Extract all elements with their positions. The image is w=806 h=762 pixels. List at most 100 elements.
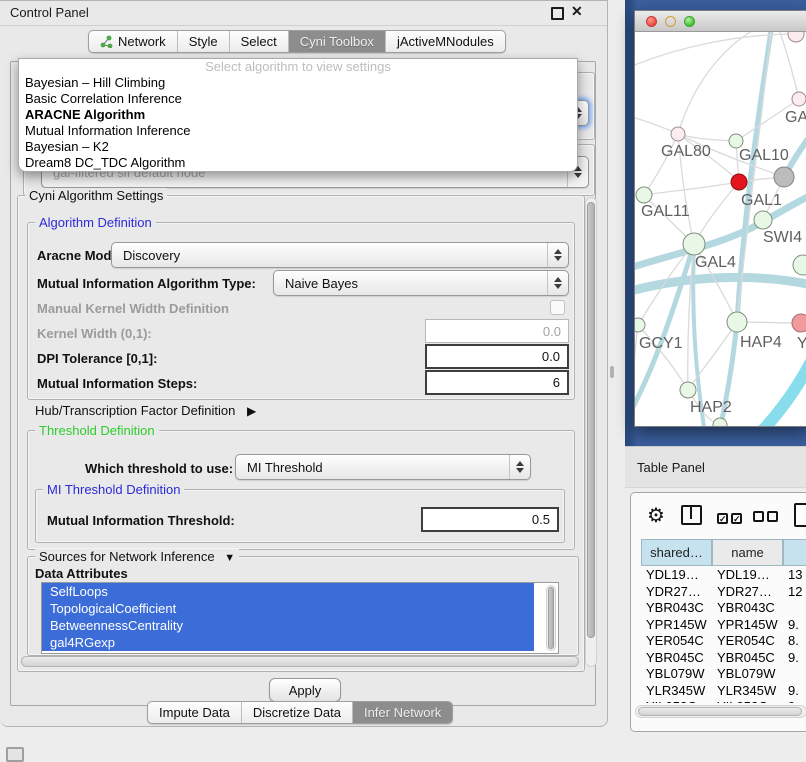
tab-infer-network[interactable]: Infer Network — [353, 702, 452, 723]
close-traffic-light-icon[interactable] — [646, 16, 657, 27]
table-row[interactable]: YER054CYER054C8. — [631, 633, 806, 650]
network-node-y[interactable] — [792, 314, 806, 332]
document-icon[interactable] — [794, 503, 806, 527]
table-cell: 13 — [783, 567, 806, 584]
data-attribute-item[interactable]: BetweennessCentrality — [42, 617, 534, 634]
table-rows: YDL19…YDL19…13YDR27…YDR27…12YBR043CYBR04… — [631, 567, 806, 703]
network-canvas[interactable]: GAL80GALGAL10GAL1GAL11SWI4GAL4GCY1HAP4YH… — [635, 32, 806, 426]
table-row[interactable]: YBL079WYBL079W — [631, 666, 806, 683]
minimize-traffic-light-icon[interactable] — [665, 16, 676, 27]
algorithm-option[interactable]: Bayesian – K2 — [19, 139, 577, 155]
mi-threshold-field[interactable]: 0.5 — [421, 507, 559, 532]
close-icon[interactable]: ✕ — [571, 3, 583, 20]
list-scrollbar[interactable] — [546, 585, 556, 651]
panel-divider-handle[interactable] — [610, 366, 614, 378]
float-window-icon[interactable] — [551, 7, 564, 20]
hub-definition-expander[interactable]: Hub/Transcription Factor Definition ▶ — [35, 403, 256, 418]
network-node-gcy1[interactable] — [635, 318, 645, 332]
node-label: HAP2 — [690, 399, 732, 416]
network-node-swi4[interactable] — [754, 211, 772, 229]
tab-impute-data[interactable]: Impute Data — [148, 702, 242, 723]
network-node[interactable] — [788, 32, 804, 42]
tab-network[interactable]: Network — [89, 31, 178, 52]
table-row[interactable]: YDR27…YDR27…12 — [631, 584, 806, 601]
panel-title: Control Panel — [10, 5, 89, 20]
network-node-gal1[interactable] — [731, 174, 747, 190]
column-header-shared…[interactable]: shared… — [641, 539, 712, 566]
table-cell: YBL079W — [641, 666, 712, 683]
tab-cyni-toolbox[interactable]: Cyni Toolbox — [289, 31, 386, 52]
tab-style[interactable]: Style — [178, 31, 230, 52]
apply-button[interactable]: Apply — [269, 678, 341, 702]
network-node-gal11[interactable] — [636, 187, 652, 203]
zoom-traffic-light-icon[interactable] — [684, 16, 695, 27]
split-columns-icon[interactable] — [681, 505, 702, 525]
data-attribute-item[interactable]: SelfLoops — [42, 583, 534, 600]
table-row[interactable]: YBR043CYBR043C — [631, 600, 806, 617]
network-node[interactable] — [713, 418, 727, 426]
network-node[interactable] — [774, 167, 794, 187]
threshold-definition-title: Threshold Definition — [35, 423, 159, 438]
mi-steps-field[interactable]: 6 — [425, 370, 569, 395]
kernel-width-field[interactable]: 0.0 — [425, 319, 569, 343]
table-cell: 9. — [783, 650, 806, 667]
table-cell: 9. — [783, 699, 806, 703]
network-node-gal10[interactable] — [729, 134, 743, 148]
network-view-window: GAL80GALGAL10GAL1GAL11SWI4GAL4GCY1HAP4YH… — [634, 10, 806, 427]
network-node[interactable] — [793, 255, 806, 275]
node-label: GAL4 — [695, 254, 736, 271]
network-node-gal4[interactable] — [683, 233, 705, 255]
table-row[interactable]: YPR145WYPR145W9. — [631, 617, 806, 634]
dpi-tolerance-field[interactable]: 0.0 — [425, 344, 569, 369]
aracne-mode-combo[interactable]: Discovery — [111, 242, 569, 268]
table-cell: 9. — [783, 617, 806, 634]
table-row[interactable]: YIL052CYIL052C9. — [631, 699, 806, 703]
table-cell — [783, 600, 806, 617]
combo-stepper-icon[interactable] — [547, 243, 568, 267]
manual-kernel-checkbox[interactable] — [550, 300, 565, 315]
network-node-gal80[interactable] — [671, 127, 685, 141]
data-attributes-label: Data Attributes — [35, 566, 128, 581]
settings-vertical-scrollbar[interactable] — [585, 197, 597, 667]
column-header-cut[interactable] — [783, 539, 806, 566]
algorithm-option[interactable]: Dream8 DC_TDC Algorithm — [19, 155, 577, 171]
column-header-name[interactable]: name — [712, 539, 783, 566]
mi-algorithm-type-combo[interactable]: Naive Bayes — [273, 270, 569, 296]
tab-label: Select — [241, 34, 277, 49]
table-horizontal-scrollbar[interactable] — [635, 705, 806, 718]
table-panel-titlebar: Table Panel — [625, 446, 806, 488]
table-row[interactable]: YLR345WYLR345W9. — [631, 683, 806, 700]
combo-stepper-icon[interactable] — [547, 271, 568, 295]
table-cell: YPR145W — [712, 617, 783, 634]
tab-select[interactable]: Select — [230, 31, 289, 52]
data-attribute-item[interactable]: gal4RGexp — [42, 634, 534, 651]
node-label: GAL1 — [741, 192, 782, 209]
control-panel-tabbar: NetworkStyle Select Cyni ToolboxjActiveMNo… — [88, 30, 506, 53]
control-panel-titlebar: Control Panel ✕ — [0, 1, 607, 26]
which-threshold-combo[interactable]: MI Threshold — [235, 454, 531, 480]
gear-icon[interactable]: ⚙ — [647, 503, 665, 528]
table-cell — [783, 666, 806, 683]
tab-discretize-data[interactable]: Discretize Data — [242, 702, 353, 723]
table-cell: 12 — [783, 584, 806, 601]
tab-jactivemnodules[interactable]: jActiveMNodules — [386, 31, 505, 52]
table-row[interactable]: YBR045CYBR045C9. — [631, 650, 806, 667]
network-node-hap4[interactable] — [727, 312, 747, 332]
table-row[interactable]: YDL19…YDL19…13 — [631, 567, 806, 584]
data-attributes-list[interactable]: SelfLoopsTopologicalCoefficientBetweenne… — [41, 582, 559, 654]
network-node-hap2[interactable] — [680, 382, 696, 398]
sources-expander[interactable]: Sources for Network Inference ▼ — [35, 549, 239, 564]
algorithm-option[interactable]: Mutual Information Inference — [19, 123, 577, 139]
table-cell: YER054C — [712, 633, 783, 650]
node-label: GAL11 — [641, 203, 690, 220]
data-attribute-item[interactable]: TopologicalCoefficient — [42, 600, 534, 617]
algorithm-option[interactable]: Basic Correlation Inference — [19, 91, 577, 107]
show-selected-columns-icon[interactable]: ✓✓ — [717, 509, 742, 527]
minimized-panel-icon[interactable] — [6, 747, 24, 762]
combo-stepper-icon[interactable] — [509, 455, 530, 479]
algorithm-option[interactable]: ARACNE Algorithm — [19, 107, 577, 123]
hide-columns-icon[interactable] — [753, 509, 778, 527]
algorithm-option[interactable]: Bayesian – Hill Climbing — [19, 75, 577, 91]
network-window-titlebar[interactable] — [635, 11, 806, 32]
network-node-gal[interactable] — [792, 92, 806, 106]
